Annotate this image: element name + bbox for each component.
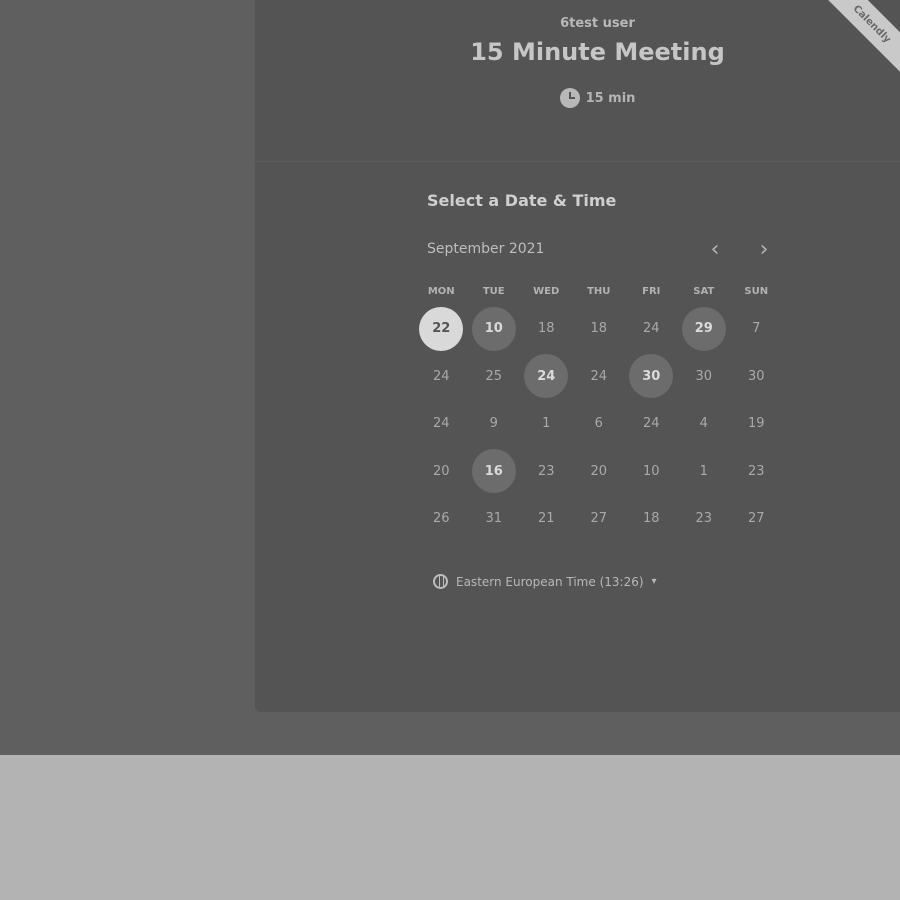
weekday-label: TUE	[482, 286, 505, 297]
calendar-cell: 6	[573, 400, 626, 448]
calendar-cell: 23	[678, 495, 731, 543]
weekday-label: FRI	[642, 286, 661, 297]
calendar-cell: 25	[468, 353, 521, 401]
event-header: 6test user 15 Minute Meeting 15 min	[255, 0, 900, 162]
calendar-cell: 23	[520, 448, 573, 496]
calendar-date: 1	[699, 463, 708, 479]
calendar-date: 24	[590, 368, 608, 384]
caret-down-icon: ▾	[651, 576, 657, 587]
chevron-right-icon: ›	[759, 237, 769, 262]
timezone-selector[interactable]: Eastern European Time (13:26) ▾	[433, 574, 657, 589]
weekday-label: THU	[587, 286, 611, 297]
available-date[interactable]: 10	[471, 306, 516, 351]
weekday-label: MON	[427, 286, 455, 297]
calendar-date: 27	[747, 511, 765, 527]
duration-row: 15 min	[255, 88, 900, 108]
calendar-cell: 30	[730, 353, 783, 401]
calendar-cell: 1	[520, 400, 573, 448]
calendar-date: 18	[642, 511, 660, 527]
calendar-cell: 19	[730, 400, 783, 448]
calendar-date: 9	[489, 416, 498, 432]
weekday-label: SAT	[693, 286, 715, 297]
duration-label: 15 min	[585, 90, 636, 106]
footer-area	[0, 755, 900, 900]
calendar-date: 23	[747, 463, 765, 479]
available-date[interactable]: 29	[681, 306, 726, 351]
calendar-date: 26	[432, 511, 450, 527]
calendar-cell: 30	[625, 353, 678, 401]
calendar-date: 24	[432, 416, 450, 432]
calendar-cell: 18	[625, 495, 678, 543]
weekday-label: WED	[533, 286, 560, 297]
timezone-label: Eastern European Time (13:26)	[456, 574, 644, 589]
calendar-date: 7	[752, 321, 761, 337]
calendar-cell: 22	[415, 305, 468, 353]
calendar-cell: 24	[415, 353, 468, 401]
calendar-date: 23	[695, 511, 713, 527]
host-name: 6test user	[560, 16, 635, 31]
next-month-button[interactable]: ›	[751, 236, 777, 264]
calendar-cell: 24	[625, 400, 678, 448]
calendar-cell: 21	[520, 495, 573, 543]
available-date[interactable]: 16	[471, 449, 516, 494]
calendar-date: 6	[594, 416, 603, 432]
calendar-cell: 27	[573, 495, 626, 543]
calendar-cell: 20	[573, 448, 626, 496]
calendar-grid: 22 10 18 18 24 29 7 24 25 24 24 30 30 30 24 9 1 6 24 4 19 20 1…	[415, 305, 785, 543]
calendar-date: 4	[699, 416, 708, 432]
calendar-cell: 30	[678, 353, 731, 401]
calendar-cell: 7	[730, 305, 783, 353]
calendar-cell: 10	[625, 448, 678, 496]
calendar-cell: 24	[415, 400, 468, 448]
calendar-date: 24	[642, 416, 660, 432]
calendar-cell: 31	[468, 495, 521, 543]
booking-card: 6test user 15 Minute Meeting 15 min Cale…	[255, 0, 900, 712]
calendar-date: 31	[485, 511, 503, 527]
available-date[interactable]: 30	[629, 354, 674, 399]
calendar-cell: 26	[415, 495, 468, 543]
chevron-left-icon: ‹	[710, 237, 720, 262]
calendar-cell: 4	[678, 400, 731, 448]
event-title: 15 Minute Meeting	[470, 38, 725, 66]
calendar-date: 24	[432, 368, 450, 384]
calendar-date: 25	[485, 368, 503, 384]
calendar-date: 27	[590, 511, 608, 527]
calendar-cell: 23	[730, 448, 783, 496]
clock-icon	[559, 88, 580, 108]
calendar-cell: 18	[520, 305, 573, 353]
calendar-date: 30	[695, 368, 713, 384]
calendar-cell: 16	[468, 448, 521, 496]
available-date[interactable]: 24	[524, 354, 569, 399]
calendar-cell: 27	[730, 495, 783, 543]
calendar-cell: 24	[625, 305, 678, 353]
calendar-date: 30	[747, 368, 765, 384]
calendar-cell: 29	[678, 305, 731, 353]
calendar-date: 10	[642, 463, 660, 479]
calendar-date: 18	[537, 321, 555, 337]
calendar-date: 24	[642, 321, 660, 337]
calendar-date: 19	[747, 416, 765, 432]
calendar-cell: 1	[678, 448, 731, 496]
calendar-date: 20	[432, 463, 450, 479]
calendar-date: 20	[590, 463, 608, 479]
calendar-cell: 24	[520, 353, 573, 401]
calendar-date: 21	[537, 511, 555, 527]
globe-icon	[433, 574, 448, 589]
section-title: Select a Date & Time	[427, 191, 617, 210]
calendar-cell: 10	[468, 305, 521, 353]
calendar-cell: 9	[468, 400, 521, 448]
calendar-cell: 18	[573, 305, 626, 353]
calendar-cell: 20	[415, 448, 468, 496]
prev-month-button[interactable]: ‹	[702, 236, 728, 264]
calendar-date: 23	[537, 463, 555, 479]
weekday-header: MON TUE WED THU FRI SAT SUN	[415, 286, 785, 297]
calendar-date: 18	[590, 321, 608, 337]
calendar-cell: 24	[573, 353, 626, 401]
calendar-date: 1	[542, 416, 551, 432]
selected-date[interactable]: 22	[419, 306, 464, 351]
month-label: September 2021	[427, 241, 545, 257]
weekday-label: SUN	[744, 286, 769, 297]
